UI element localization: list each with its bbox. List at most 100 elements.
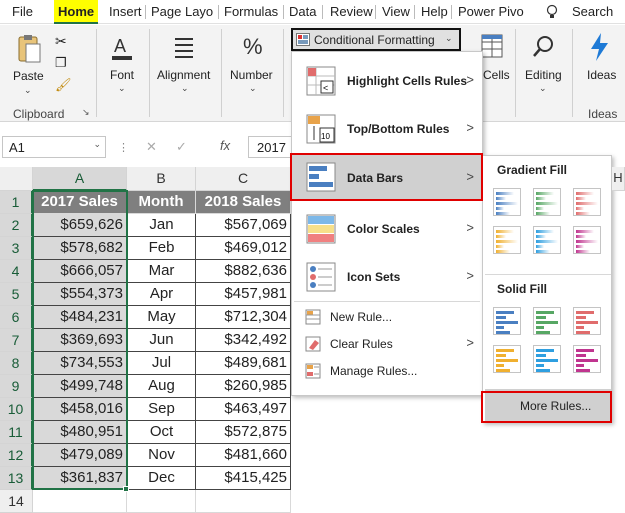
solid-blue-data-bar-swatch[interactable] [493,307,521,335]
cancel-icon[interactable]: ✕ [146,139,157,155]
cells-icon[interactable] [481,34,503,58]
cells-button[interactable]: Cells [483,68,510,82]
row-header[interactable]: 14 [0,490,33,513]
fill-handle[interactable] [123,486,129,492]
insert-function-button[interactable]: fx [220,138,230,153]
table-cell[interactable]: $572,875 [196,421,291,444]
menu-item-new-rule[interactable]: New Rule... [292,305,482,329]
header-cell[interactable]: 2018 Sales [196,191,291,214]
empty-cell[interactable] [33,490,127,513]
search-label[interactable]: Search [572,4,613,19]
table-cell[interactable]: $882,636 [196,260,291,283]
table-cell[interactable]: $463,497 [196,398,291,421]
column-header-a[interactable]: A [33,167,127,191]
table-cell[interactable]: Nov [127,444,196,467]
alignment-icon[interactable] [173,35,195,59]
table-cell[interactable]: $489,681 [196,352,291,375]
row-header[interactable]: 1 [0,191,33,214]
tab-help[interactable]: Help [421,4,448,19]
table-cell[interactable]: $479,089 [33,444,127,467]
tab-view[interactable]: View [382,4,410,19]
gradient-orange-data-bar-swatch[interactable] [493,226,521,254]
enter-icon[interactable]: ✓ [176,139,187,155]
table-cell[interactable]: May [127,306,196,329]
table-cell[interactable]: $499,748 [33,375,127,398]
row-header[interactable]: 2 [0,214,33,237]
solid-light-blue-data-bar-swatch[interactable] [533,345,561,373]
select-all-corner[interactable] [0,167,33,191]
table-cell[interactable]: $712,304 [196,306,291,329]
menu-item-data-bars[interactable]: Data Bars > [292,155,482,199]
menu-item-manage-rules[interactable]: Manage Rules... [292,359,482,383]
menu-item-top-bottom-rules[interactable]: 10 Top/Bottom Rules > [292,110,482,148]
ideas-icon[interactable] [588,32,610,62]
column-header-c[interactable]: C [196,167,291,191]
table-cell[interactable]: $369,693 [33,329,127,352]
header-cell[interactable]: 2017 Sales [33,191,127,214]
table-cell[interactable]: $458,016 [33,398,127,421]
number-button[interactable]: Number [230,68,273,82]
table-cell[interactable]: $480,951 [33,421,127,444]
row-header[interactable]: 8 [0,352,33,375]
tab-power-pivot[interactable]: Power Pivo [458,4,524,19]
table-cell[interactable]: Mar [127,260,196,283]
table-cell[interactable]: $659,626 [33,214,127,237]
cut-icon[interactable]: ✂ [55,33,67,50]
solid-orange-data-bar-swatch[interactable] [493,345,521,373]
alignment-button[interactable]: Alignment [157,68,210,82]
copy-icon[interactable]: ❐ [55,55,67,71]
row-header[interactable]: 6 [0,306,33,329]
row-header[interactable]: 9 [0,375,33,398]
table-cell[interactable]: $260,985 [196,375,291,398]
ideas-button[interactable]: Ideas [587,68,616,82]
tab-review[interactable]: Review [330,4,373,19]
format-painter-icon[interactable]: 🖌 [55,77,72,93]
row-header[interactable]: 10 [0,398,33,421]
row-header[interactable]: 5 [0,283,33,306]
menu-item-highlight-cells-rules[interactable]: < Highlight Cells Rules > [292,62,482,100]
table-cell[interactable]: Jul [127,352,196,375]
magnifier-icon[interactable] [532,34,556,58]
table-cell[interactable]: $484,231 [33,306,127,329]
row-header[interactable]: 13 [0,467,33,490]
paste-button[interactable]: Paste [13,69,44,83]
table-cell[interactable]: $415,425 [196,467,291,490]
table-cell[interactable]: Dec [127,467,196,490]
percent-icon[interactable]: % [243,34,263,60]
name-box[interactable]: A1 ⌄ [2,136,106,158]
menu-item-color-scales[interactable]: Color Scales > [292,210,482,248]
gradient-red-data-bar-swatch[interactable] [573,188,601,216]
table-cell[interactable]: $342,492 [196,329,291,352]
menu-item-icon-sets[interactable]: Icon Sets > [292,258,482,296]
gradient-blue-data-bar-swatch[interactable] [493,188,521,216]
table-cell[interactable]: $567,069 [196,214,291,237]
tab-page-layout[interactable]: Page Layo [151,4,213,19]
tab-data[interactable]: Data [289,4,316,19]
tab-file[interactable]: File [12,4,33,19]
solid-red-data-bar-swatch[interactable] [573,307,601,335]
table-cell[interactable]: $578,682 [33,237,127,260]
table-cell[interactable]: Feb [127,237,196,260]
gradient-purple-data-bar-swatch[interactable] [573,226,601,254]
editing-button[interactable]: Editing [525,68,562,82]
table-cell[interactable]: $361,837 [33,467,127,490]
table-cell[interactable]: Sep [127,398,196,421]
solid-green-data-bar-swatch[interactable] [533,307,561,335]
gradient-green-data-bar-swatch[interactable] [533,188,561,216]
column-header-b[interactable]: B [127,167,196,191]
table-cell[interactable]: $666,057 [33,260,127,283]
table-cell[interactable]: Jun [127,329,196,352]
row-header[interactable]: 3 [0,237,33,260]
tab-formulas[interactable]: Formulas [224,4,278,19]
table-cell[interactable]: $481,660 [196,444,291,467]
table-cell[interactable]: Jan [127,214,196,237]
conditional-formatting-button[interactable]: Conditional Formatting ⌄ [291,28,461,51]
column-header-h[interactable]: H [612,167,625,191]
solid-purple-data-bar-swatch[interactable] [573,345,601,373]
tab-insert[interactable]: Insert [109,4,142,19]
more-rules-button[interactable]: More Rules... [485,389,611,422]
table-cell[interactable]: $469,012 [196,237,291,260]
menu-item-clear-rules[interactable]: Clear Rules > [292,332,482,356]
gradient-light-blue-data-bar-swatch[interactable] [533,226,561,254]
dialog-launcher-icon[interactable]: ↘ [82,107,90,118]
